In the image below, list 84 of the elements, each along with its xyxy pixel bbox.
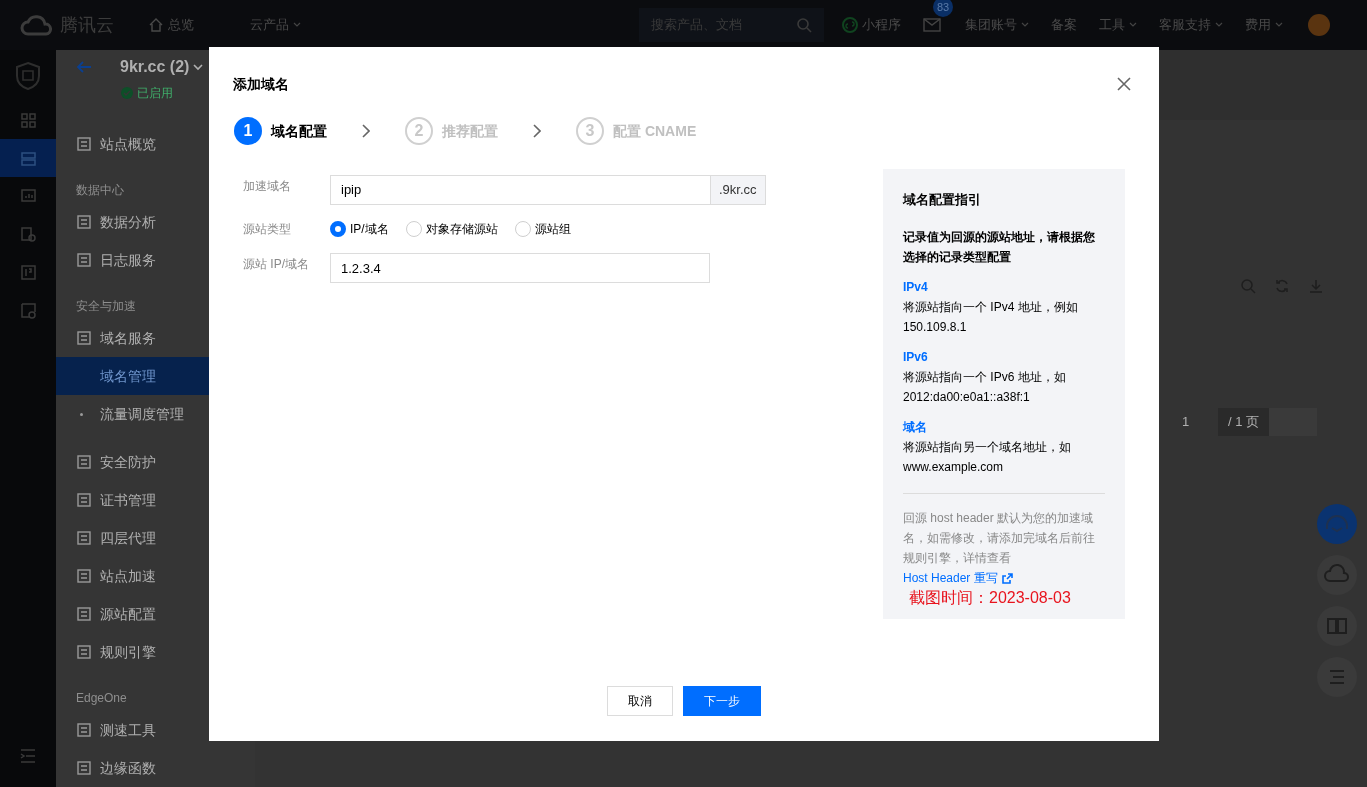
sidebar-item[interactable]: 测速工具 — [56, 711, 255, 749]
guide-note: 回源 host header 默认为您的加速域名，如需修改，请添加完域名后前往规则引擎，详情查看 Host Header 重写 — [903, 511, 1095, 585]
bullet-icon — [80, 413, 83, 416]
back-arrow-icon[interactable] — [76, 60, 92, 74]
mail-icon[interactable] — [923, 18, 941, 32]
external-link-icon — [1001, 572, 1013, 584]
menu-item-icon — [76, 606, 92, 622]
sidebar-item[interactable]: 边缘函数 — [56, 749, 255, 787]
step: 1 域名配置 — [234, 117, 327, 145]
record-type-description: 将源站指向另一个域名地址，如 www.example.com — [903, 439, 1072, 476]
caret-icon — [1021, 22, 1029, 28]
nav-icon — [19, 263, 37, 281]
guide-title: 域名配置指引 — [903, 191, 982, 209]
radio-option[interactable]: 对象存储源站 — [405, 220, 498, 238]
menu-item-icon — [76, 330, 92, 346]
chevron-right-icon — [362, 124, 370, 138]
sidebar-item[interactable]: 域名服务 — [56, 319, 255, 357]
sidebar-item[interactable]: 证书管理 — [56, 481, 255, 519]
menu-item-icon — [76, 760, 92, 776]
domain-field[interactable]: ipip .9kr.cc — [330, 175, 766, 205]
miniapp-icon — [842, 17, 858, 33]
avatar[interactable] — [1308, 14, 1330, 36]
page-number-field[interactable]: 1 — [1170, 412, 1218, 432]
home-icon — [148, 17, 164, 33]
sidebar-subitem[interactable]: 流量调度管理 — [56, 395, 255, 433]
check-circle-icon — [121, 87, 133, 99]
section-heading: 数据中心 — [76, 182, 124, 199]
domain-input[interactable]: ipip — [331, 176, 710, 204]
nav-icon — [19, 187, 37, 205]
cancel-button[interactable]: 取消 — [607, 686, 673, 716]
menu-item-icon — [76, 492, 92, 508]
record-type-description: 将源站指向一个 IPv6 地址，如 2012:da00:e0a1::a38f:1 — [903, 369, 1067, 406]
close-icon[interactable] — [1117, 77, 1131, 91]
caret-icon — [1129, 22, 1137, 28]
form-label: 源站类型 — [243, 221, 292, 238]
sidebar-item[interactable]: 站点加速 — [56, 557, 255, 595]
page-total: / 1 页 — [1218, 408, 1270, 436]
record-type-heading: 域名 — [903, 419, 928, 436]
section-heading: 安全与加速 — [76, 298, 136, 315]
dialog-title: 添加域名 — [233, 74, 289, 94]
caret-icon[interactable] — [193, 63, 204, 71]
menu-icon[interactable] — [20, 749, 36, 763]
menu-item-icon — [76, 644, 92, 660]
nav-icon — [19, 225, 37, 243]
record-type-heading: IPv6 — [903, 349, 929, 366]
nav-icon — [19, 149, 37, 167]
screenshot-date-annotation: 截图时间：2023-08-03 — [909, 589, 1071, 606]
menu-item-icon — [76, 722, 92, 738]
form-label: 源站 IP/域名 — [243, 256, 310, 273]
chevron-right-icon — [533, 124, 541, 138]
status-text: 已启用 — [137, 85, 173, 102]
menu-item-icon — [76, 568, 92, 584]
guide-intro: 记录值为回源的源站地址，请根据您选择的记录类型配置 — [903, 229, 1096, 266]
sidebar-item[interactable]: 规则引擎 — [56, 633, 255, 671]
section-heading: EdgeOne — [76, 690, 127, 707]
host-header-link[interactable]: Host Header 重写 — [903, 568, 1013, 588]
origin-input[interactable]: 1.2.3.4 — [330, 253, 710, 283]
menu-item-icon — [76, 530, 92, 546]
sidebar-item[interactable]: 四层代理 — [56, 519, 255, 557]
shield-logo-icon — [14, 61, 42, 91]
nav-icon — [19, 111, 37, 129]
notification-badge: 83 — [933, 0, 954, 17]
menu-item-icon — [76, 454, 92, 470]
site-name: 9kr.cc (2) — [120, 57, 190, 77]
sidebar-item[interactable]: 安全防护 — [56, 443, 255, 481]
record-type-heading: IPv4 — [903, 279, 929, 296]
rail-button[interactable] — [0, 139, 56, 177]
menu-item-icon — [76, 214, 92, 230]
radio-button[interactable] — [330, 221, 346, 237]
search-icon — [796, 17, 812, 33]
radio-option[interactable]: IP/域名 — [330, 220, 389, 238]
caret-icon — [1215, 22, 1223, 28]
menu-item-icon — [76, 252, 92, 268]
caret-icon — [1275, 22, 1283, 28]
domain-suffix: .9kr.cc — [710, 176, 765, 204]
next-button[interactable]: 下一步 — [683, 686, 761, 716]
cloud-logo-icon — [20, 14, 52, 36]
nav-icon — [19, 301, 37, 319]
menu-item-icon — [76, 136, 92, 152]
record-type-description: 将源站指向一个 IPv4 地址，例如 150.109.8.1 — [903, 299, 1079, 336]
sidebar-item[interactable]: 源站配置 — [56, 595, 255, 633]
caret-icon — [293, 22, 301, 28]
radio-option[interactable]: 源站组 — [514, 220, 571, 238]
form-label: 加速域名 — [243, 178, 292, 195]
